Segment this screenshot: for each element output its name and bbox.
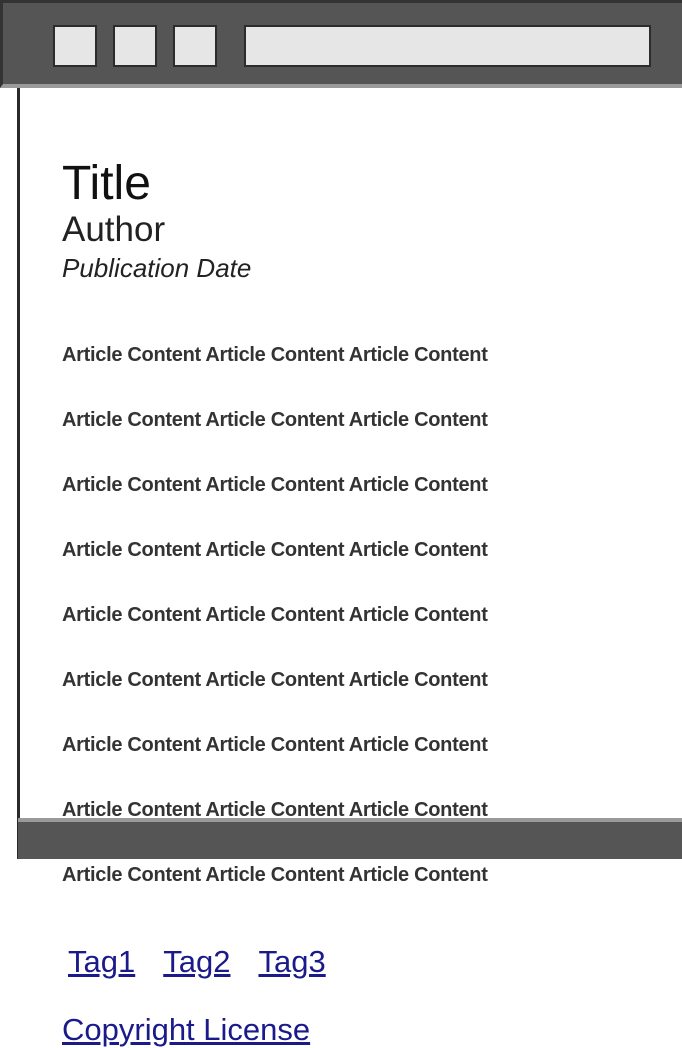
window-button-2[interactable]: [113, 25, 157, 67]
browser-status-bar: [18, 818, 682, 859]
tag-link-1[interactable]: Tag1: [68, 944, 135, 979]
content-line: Article Content Article Content Article …: [62, 343, 488, 366]
tag-link-2[interactable]: Tag2: [163, 944, 230, 979]
content-line: Article Content Article Content Article …: [62, 538, 488, 561]
window-button-3[interactable]: [173, 25, 217, 67]
article-title: Title: [62, 157, 151, 210]
publication-date: Publication Date: [62, 253, 252, 283]
article-author: Author: [62, 210, 166, 249]
content-line: Article Content Article Content Article …: [62, 408, 488, 431]
address-bar[interactable]: [244, 25, 651, 67]
tag-list: Tag1 Tag2 Tag3: [62, 944, 662, 980]
window-left-border: [0, 0, 20, 859]
window-button-1[interactable]: [53, 25, 97, 67]
license: Copyright License: [62, 1012, 662, 1048]
tag-link-3[interactable]: Tag3: [258, 944, 325, 979]
browser-toolbar: [0, 0, 682, 88]
content-line: Article Content Article Content Article …: [62, 473, 488, 496]
content-line: Article Content Article Content Article …: [62, 733, 488, 756]
content-line: Article Content Article Content Article …: [62, 668, 488, 691]
article: Title Author Publication Date Article Co…: [62, 156, 662, 1048]
content-line: Article Content Article Content Article …: [62, 863, 488, 886]
browser-window: Title Author Publication Date Article Co…: [0, 0, 682, 1047]
content-line: Article Content Article Content Article …: [62, 603, 488, 626]
copyright-license-link[interactable]: Copyright License: [62, 1012, 310, 1047]
